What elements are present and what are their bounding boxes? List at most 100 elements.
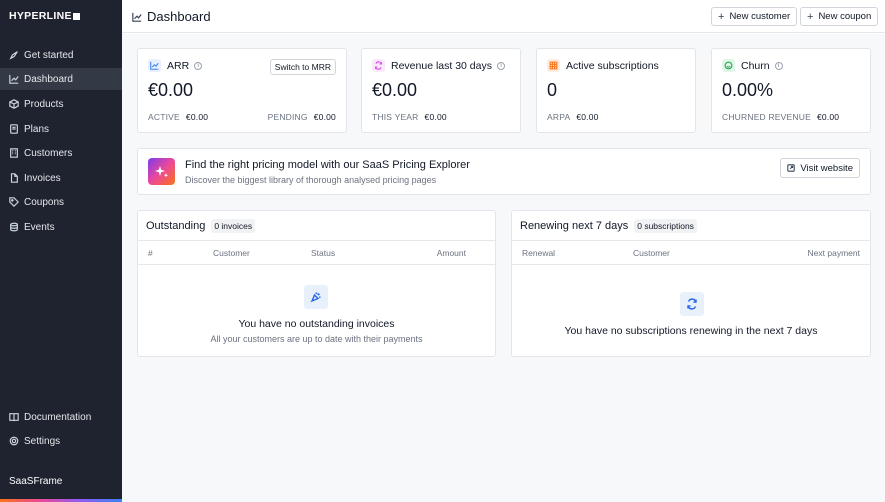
- outstanding-column-headers: # Customer Status Amount: [138, 241, 495, 265]
- subscriptions-card: Active subscriptions 0 ARPA €0.00: [536, 48, 696, 133]
- column-header-next-payment[interactable]: Next payment: [808, 248, 860, 258]
- sidebar-item-label: Events: [24, 221, 55, 233]
- churned-revenue: CHURNED REVENUE €0.00: [722, 112, 839, 122]
- renewing-panel: Renewing next 7 days 0 subscriptions Ren…: [511, 210, 871, 357]
- grid-icon: [547, 59, 560, 72]
- sidebar-item-customers[interactable]: Customers: [0, 142, 122, 164]
- external-link-icon: [787, 164, 796, 172]
- sidebar-item-label: Settings: [24, 435, 61, 447]
- tag-icon: [9, 197, 19, 207]
- sidebar-item-plans[interactable]: Plans: [0, 118, 122, 140]
- chart-line-icon: [148, 59, 161, 72]
- outstanding-panel: Outstanding 0 invoices # Customer Status…: [137, 210, 496, 357]
- arr-title: ARR: [167, 59, 190, 72]
- churn-card: Churn i 0.00% CHURNED REVENUE €0.00: [711, 48, 871, 133]
- churn-value: 0.00%: [722, 80, 774, 100]
- arr-value: €0.00: [148, 80, 194, 100]
- renewing-header: Renewing next 7 days 0 subscriptions: [512, 211, 870, 241]
- arr-pending-label: PENDING: [267, 112, 308, 122]
- outstanding-empty-title: You have no outstanding invoices: [238, 318, 395, 330]
- page-title-text: Dashboard: [147, 9, 211, 24]
- renewing-title: Renewing next 7 days: [520, 219, 629, 232]
- column-header-status[interactable]: Status: [311, 248, 335, 258]
- plus-icon: +: [807, 10, 814, 23]
- revenue-title: Revenue last 30 days: [391, 59, 492, 72]
- churn-card-header: Churn i: [722, 59, 783, 72]
- subscriptions-arpa: ARPA €0.00: [547, 112, 599, 122]
- sidebar-item-label: Coupons: [24, 196, 65, 208]
- sidebar-item-dashboard[interactable]: Dashboard: [0, 68, 122, 90]
- revenue-this-year-label: THIS YEAR: [372, 112, 419, 122]
- logo-square-icon: [72, 12, 80, 20]
- info-icon[interactable]: i: [774, 61, 783, 70]
- building-icon: [9, 148, 19, 158]
- new-coupon-button[interactable]: + New coupon: [800, 7, 879, 26]
- renewing-count-badge: 0 subscriptions: [634, 218, 697, 233]
- visit-website-button[interactable]: Visit website: [780, 158, 860, 178]
- workspace-switcher[interactable]: SaaSFrame: [9, 476, 62, 487]
- page-title: Dashboard: [132, 9, 211, 24]
- brand-logo[interactable]: HYPERLINE: [9, 10, 80, 22]
- outstanding-header: Outstanding 0 invoices: [138, 211, 495, 241]
- sidebar-item-events[interactable]: Events: [0, 216, 122, 238]
- revenue-value: €0.00: [372, 80, 418, 100]
- revenue-card-header: Revenue last 30 days i: [372, 59, 505, 72]
- sidebar-item-products[interactable]: Products: [0, 93, 122, 115]
- switch-to-mrr-button[interactable]: Switch to MRR: [269, 59, 336, 75]
- subscriptions-value: 0: [547, 80, 558, 100]
- party-popper-icon: [304, 285, 328, 309]
- outstanding-empty-subtitle: All your customers are up to date with t…: [210, 334, 423, 344]
- info-icon[interactable]: i: [496, 61, 505, 70]
- outstanding-title: Outstanding: [146, 219, 206, 232]
- sidebar-item-coupons[interactable]: Coupons: [0, 191, 122, 213]
- column-header-customer[interactable]: Customer: [633, 248, 670, 258]
- column-header-amount[interactable]: Amount: [437, 248, 466, 258]
- column-header-number[interactable]: #: [148, 248, 153, 258]
- chart-line-icon: [9, 74, 19, 84]
- subscriptions-card-header: Active subscriptions: [547, 59, 659, 72]
- banner-title: Find the right pricing model with our Sa…: [185, 159, 470, 171]
- sidebar-item-get-started[interactable]: Get started: [0, 44, 122, 66]
- visit-website-label: Visit website: [800, 162, 853, 174]
- subscriptions-title: Active subscriptions: [566, 59, 659, 72]
- sidebar-item-label: Customers: [24, 147, 73, 159]
- revenue-this-year-value: €0.00: [424, 112, 447, 122]
- arpa-value: €0.00: [576, 112, 599, 122]
- renewing-column-headers: Renewal Customer Next payment: [512, 241, 870, 265]
- new-customer-label: New customer: [729, 11, 791, 22]
- box-icon: [9, 99, 19, 109]
- arr-active-label: ACTIVE: [148, 112, 180, 122]
- brand-name: HYPERLINE: [9, 10, 72, 22]
- database-icon: [9, 222, 19, 232]
- renewing-empty-title: You have no subscriptions renewing in th…: [564, 325, 818, 337]
- sidebar: HYPERLINE Get started Dashboard Products…: [0, 0, 122, 502]
- churned-revenue-value: €0.00: [816, 112, 840, 122]
- arpa-label: ARPA: [547, 112, 571, 122]
- layers-icon: [9, 124, 19, 134]
- column-header-customer[interactable]: Customer: [213, 248, 250, 258]
- sidebar-item-label: Plans: [24, 123, 50, 135]
- file-icon: [9, 173, 19, 183]
- chart-line-icon: [132, 12, 142, 22]
- arr-card-header: ARR i: [148, 59, 203, 72]
- churn-title: Churn: [741, 59, 770, 72]
- arr-pending: PENDING €0.00: [268, 112, 336, 122]
- arr-card: ARR i Switch to MRR €0.00 ACTIVE €0.00 PE…: [137, 48, 347, 133]
- column-header-renewal[interactable]: Renewal: [522, 248, 555, 258]
- arr-active: ACTIVE €0.00: [148, 112, 208, 122]
- pricing-explorer-banner: Find the right pricing model with our Sa…: [137, 148, 871, 195]
- sparkles-icon: [148, 158, 175, 185]
- gear-icon: [9, 436, 19, 446]
- info-icon[interactable]: i: [194, 61, 203, 70]
- outstanding-count-badge: 0 invoices: [211, 218, 256, 233]
- sidebar-item-settings[interactable]: Settings: [0, 430, 122, 452]
- arr-pending-value: €0.00: [313, 112, 336, 122]
- sidebar-item-documentation[interactable]: Documentation: [0, 406, 122, 428]
- sidebar-item-label: Get started: [24, 49, 74, 61]
- sidebar-item-invoices[interactable]: Invoices: [0, 167, 122, 189]
- new-customer-button[interactable]: + New customer: [711, 7, 798, 26]
- sidebar-item-label: Products: [24, 98, 64, 110]
- sidebar-item-label: Dashboard: [24, 73, 73, 85]
- banner-subtitle: Discover the biggest library of thorough…: [185, 175, 437, 185]
- book-icon: [9, 412, 19, 422]
